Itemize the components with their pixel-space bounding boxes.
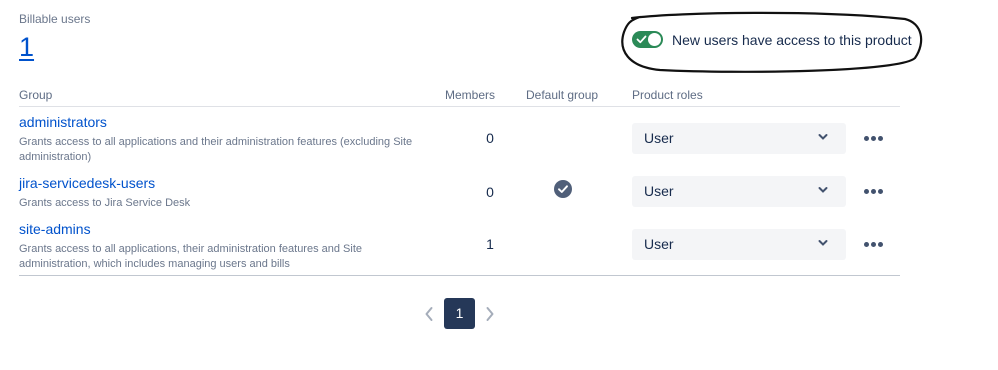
more-actions-icon[interactable] (864, 181, 890, 201)
group-description: Grants access to all applications, their… (19, 243, 363, 270)
chevron-down-icon (818, 240, 828, 246)
more-actions-icon[interactable] (864, 128, 890, 148)
product-role-value: User (644, 130, 674, 146)
column-header-product-roles: Product roles (632, 88, 703, 102)
members-count: 1 (486, 236, 494, 252)
group-description: Grants access to all applications and th… (19, 136, 413, 163)
group-name-link[interactable]: site-admins (19, 221, 91, 237)
chevron-down-icon (818, 187, 828, 193)
new-users-access-toggle[interactable] (632, 31, 663, 48)
product-role-select[interactable]: User (632, 176, 846, 207)
group-description: Grants access to Jira Service Desk (19, 197, 191, 209)
new-users-access-label: New users have access to this product (672, 32, 912, 48)
column-header-members: Members (445, 88, 496, 102)
members-count: 0 (486, 184, 494, 200)
default-group-check-icon (554, 180, 572, 198)
group-name-link[interactable]: administrators (19, 114, 107, 130)
product-role-value: User (644, 183, 674, 199)
next-page-icon[interactable] (484, 306, 496, 322)
access-toggle-section: New users have access to this product (620, 10, 924, 74)
check-icon (636, 35, 647, 44)
page-button-current[interactable]: 1 (444, 298, 475, 329)
billable-users-count-link[interactable]: 1 (19, 32, 34, 63)
product-role-value: User (644, 236, 674, 252)
more-actions-icon[interactable] (864, 234, 890, 254)
previous-page-icon[interactable] (423, 306, 435, 322)
group-name-link[interactable]: jira-servicedesk-users (19, 175, 155, 191)
toggle-knob (648, 33, 661, 46)
table-footer-divider (19, 275, 900, 276)
chevron-down-icon (818, 134, 828, 140)
product-role-select[interactable]: User (632, 123, 846, 154)
header-divider (19, 106, 900, 107)
billable-users-label: Billable users (19, 12, 91, 26)
product-role-select[interactable]: User (632, 229, 846, 260)
column-header-group: Group (19, 88, 53, 102)
column-header-default-group: Default group (526, 88, 599, 102)
members-count: 0 (486, 130, 494, 146)
